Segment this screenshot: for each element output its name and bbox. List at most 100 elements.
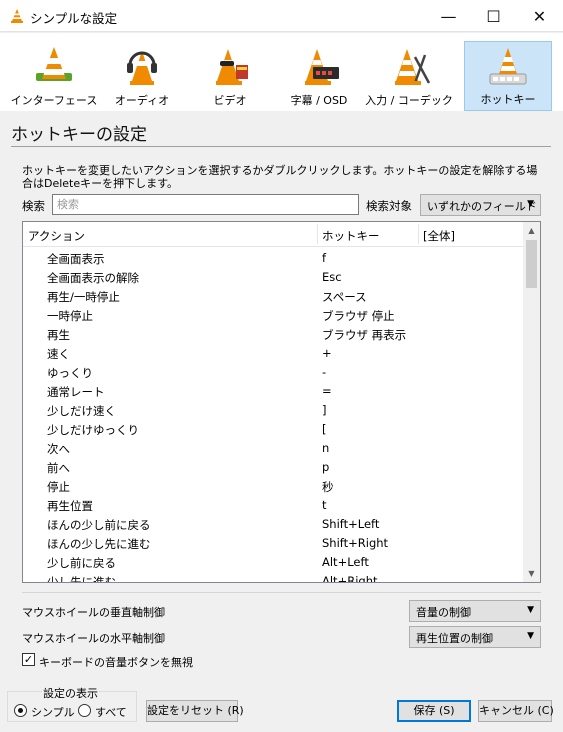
ignore-volume-label: キーボードの音量ボタンを無視: [39, 656, 193, 669]
table-row[interactable]: 全画面表示 f: [23, 248, 523, 267]
table-row[interactable]: 全画面表示の解除 Esc: [23, 267, 523, 286]
table-row[interactable]: 速く +: [23, 343, 523, 362]
simple-radio-label: シンプル: [31, 706, 75, 719]
category-video[interactable]: ビデオ: [186, 41, 274, 111]
action-cell: 再生/一時停止: [47, 290, 120, 304]
wheel-vertical-value: 音量の制御: [416, 606, 471, 619]
hotkey-cell: 秒: [322, 480, 334, 494]
reset-settings-button[interactable]: 設定をリセット (R): [146, 700, 244, 722]
scrollbar-thumb[interactable]: [526, 240, 537, 288]
search-target-label: 検索対象: [366, 199, 412, 213]
category-subtitles[interactable]: 字幕 / OSD: [275, 41, 363, 111]
hotkey-cell: Esc: [322, 270, 342, 284]
category-audio[interactable]: オーディオ: [98, 41, 186, 111]
action-cell: 全画面表示: [47, 252, 105, 266]
hotkey-cell: [: [322, 422, 327, 436]
category-hotkeys[interactable]: ホットキー: [464, 41, 552, 111]
all-radio-label: すべて: [95, 706, 127, 719]
headphones-cone-icon: [127, 51, 157, 85]
table-row[interactable]: 少しだけ速く]: [23, 400, 523, 419]
display-mode-title: 設定の表示: [42, 685, 99, 701]
column-header-global[interactable]: [全体]: [423, 228, 455, 244]
action-cell: ほんの少し前に戻る: [47, 518, 151, 532]
hotkeys-cone-icon: [489, 48, 527, 85]
search-input[interactable]: [52, 194, 359, 215]
chevron-down-icon: ▼: [527, 605, 534, 615]
chevron-down-icon: ▼: [527, 631, 534, 641]
category-input-codecs-label: 入力 / コーデック: [365, 94, 453, 107]
hotkey-cell: Alt+Left: [322, 555, 369, 569]
hotkey-cell: Shift+Left: [322, 517, 380, 531]
action-cell: 速く: [47, 347, 70, 361]
window-title: シンプルな設定: [30, 11, 118, 26]
table-row[interactable]: 再生 ブラウザ 再表示: [23, 324, 523, 343]
hotkey-cell: f: [322, 251, 327, 265]
table-row[interactable]: 前へ p: [23, 457, 523, 476]
scroll-up-icon[interactable]: ▲: [523, 222, 540, 239]
action-cell: 前へ: [47, 461, 70, 475]
all-radio[interactable]: [78, 704, 91, 717]
table-row[interactable]: 停止 秒: [23, 476, 523, 495]
table-row[interactable]: 少し先に進む Alt+Right: [23, 571, 523, 582]
column-header-action[interactable]: アクション: [28, 228, 85, 244]
section-title: ホットキーの設定: [11, 125, 147, 145]
table-row[interactable]: ほんの少し前に戻る Shift+Left: [23, 514, 523, 533]
wheel-vertical-label: マウスホイールの垂直軸制御: [22, 606, 165, 619]
category-input-codecs[interactable]: 入力 / コーデック: [365, 41, 453, 111]
action-cell: 再生位置: [47, 499, 93, 513]
search-label: 検索: [22, 199, 45, 213]
hotkey-cell: -: [322, 365, 327, 379]
hotkey-cell: n: [322, 441, 330, 455]
table-header: アクション ホットキー [全体]: [23, 222, 523, 247]
simple-radio[interactable]: [14, 704, 27, 717]
table-row[interactable]: ゆっくり -: [23, 362, 523, 381]
wheel-horizontal-select[interactable]: 再生位置の制御 ▼: [409, 626, 541, 648]
table-row[interactable]: 少しだけゆっくり [: [23, 419, 523, 438]
table-row[interactable]: 通常レート =: [23, 381, 523, 400]
table-row[interactable]: 再生/一時停止 スペース: [23, 286, 523, 305]
hotkey-cell: +: [322, 346, 332, 360]
close-button[interactable]: ✕: [517, 0, 562, 32]
hotkey-cell: Shift+Right: [322, 536, 389, 550]
options-divider: [22, 592, 541, 593]
table-row[interactable]: 少し前に戻る Alt+Left: [23, 552, 523, 571]
section-divider: [11, 146, 551, 147]
save-button[interactable]: 保存 (S): [397, 700, 471, 722]
subtitles-cone-icon: [305, 49, 339, 85]
action-cell: ほんの少し先に進む: [47, 537, 151, 551]
interface-cone-icon: [36, 47, 72, 81]
hotkey-cell: p: [322, 460, 330, 474]
action-cell: 全画面表示の解除: [47, 271, 139, 285]
wheel-horizontal-value: 再生位置の制御: [416, 632, 493, 645]
table-row[interactable]: 次へ n: [23, 438, 523, 457]
category-interface[interactable]: インターフェース: [10, 41, 98, 111]
column-header-hotkey[interactable]: ホットキー: [322, 228, 380, 244]
action-cell: 少しだけゆっくり: [47, 423, 139, 437]
maximize-button[interactable]: ☐: [471, 0, 516, 32]
table-row[interactable]: 一時停止 ブラウザ 停止: [23, 305, 523, 324]
column-divider[interactable]: [418, 224, 419, 244]
search-target-value: いずれかのフィールド: [427, 200, 537, 213]
column-divider[interactable]: [317, 224, 318, 244]
minimize-button[interactable]: —: [426, 0, 471, 32]
wheel-horizontal-label: マウスホイールの水平軸制御: [22, 632, 165, 645]
cancel-button[interactable]: キャンセル (C): [478, 700, 554, 722]
hotkey-description: ホットキーを変更したいアクションを選択するかダブルクリックします。ホットキーの設…: [22, 164, 538, 190]
category-toolbar: インターフェース オーディオ ビデオ 字幕 / OSD 入力 / コーデック ホ…: [0, 33, 563, 111]
hotkey-cell: スペース: [322, 290, 367, 304]
category-hotkeys-label: ホットキー: [480, 93, 536, 106]
action-cell: ゆっくり: [47, 366, 93, 380]
search-target-select[interactable]: いずれかのフィールド ▼: [420, 194, 541, 216]
ignore-volume-checkbox[interactable]: ✓: [22, 653, 35, 666]
category-video-label: ビデオ: [213, 94, 247, 107]
table-row[interactable]: ほんの少し先に進む Shift+Right: [23, 533, 523, 552]
scroll-down-icon[interactable]: ▼: [523, 565, 540, 582]
hotkey-cell: ブラウザ 停止: [322, 309, 395, 323]
category-subtitles-label: 字幕 / OSD: [290, 94, 348, 107]
wheel-vertical-select[interactable]: 音量の制御 ▼: [409, 600, 541, 622]
action-cell: 一時停止: [47, 309, 93, 323]
table-row[interactable]: 再生位置 t: [23, 495, 523, 514]
table-rows: 全画面表示 f 全画面表示の解除 Esc 再生/一時停止 スペース 一時停止 ブラウザ …: [23, 248, 523, 582]
table-scrollbar[interactable]: ▲ ▼: [523, 222, 540, 582]
action-cell: 少しだけ速く: [47, 404, 116, 418]
